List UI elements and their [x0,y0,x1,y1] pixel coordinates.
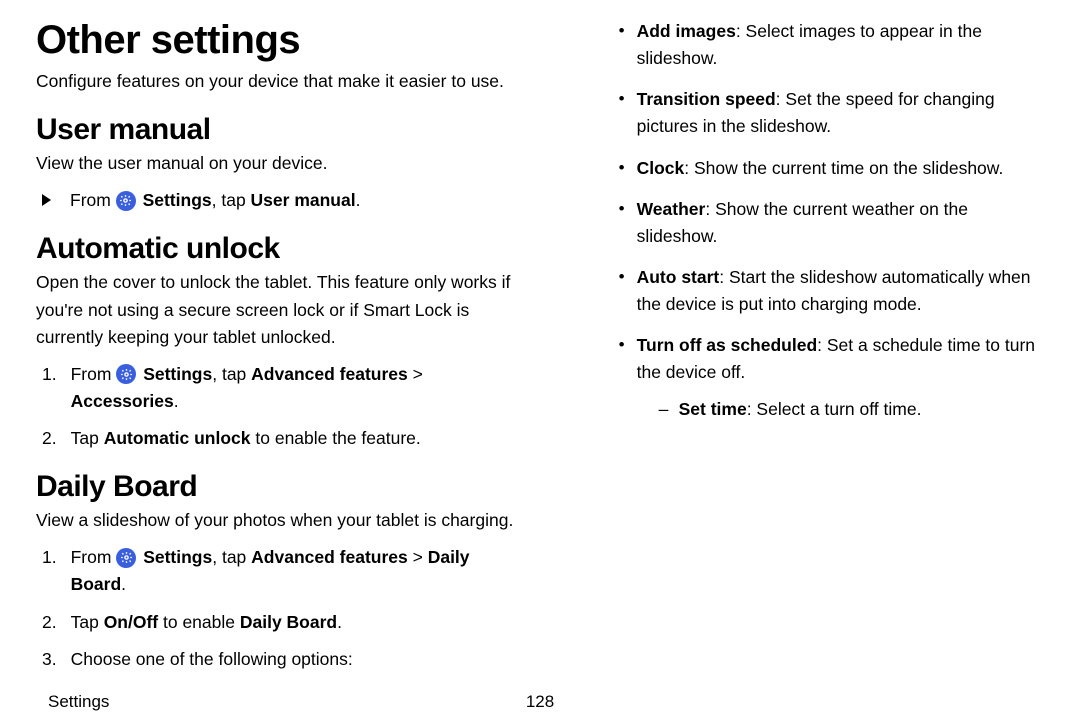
opt-transition-speed: Transition speed: Set the speed for chan… [619,86,1044,140]
page-title: Other settings [36,18,520,62]
daily-board-options: Add images: Select images to appear in t… [595,18,1044,424]
heading-user-manual: User manual [36,113,520,146]
opt-weather: Weather: Show the current weather on the… [619,196,1044,250]
page-footer: Settings 128 [48,692,1032,712]
daily-board-step-2: 2. Tap On/Off to enable Daily Board. [36,609,520,636]
auto-unlock-step-1: 1. From Settings, tap Advanced features … [36,361,520,415]
footer-section: Settings [48,692,109,712]
page-subtitle: Configure features on your device that m… [36,68,520,95]
gear-icon [116,548,136,568]
opt-turn-off-scheduled: Turn off as scheduled: Set a schedule ti… [619,332,1044,423]
opt-auto-start: Auto start: Start the slideshow automati… [619,264,1044,318]
daily-board-step-1: 1. From Settings, tap Advanced features … [36,544,520,598]
opt-add-images: Add images: Select images to appear in t… [619,18,1044,72]
heading-automatic-unlock: Automatic unlock [36,232,520,265]
user-manual-step: From Settings, tap User manual. [36,187,520,214]
gear-icon [116,364,136,384]
gear-icon [116,191,136,211]
footer-page-number: 128 [526,692,554,712]
opt-clock: Clock: Show the current time on the slid… [619,155,1044,182]
arrow-icon [42,194,51,206]
heading-daily-board: Daily Board [36,470,520,503]
auto-unlock-step-2: 2. Tap Automatic unlock to enable the fe… [36,425,520,452]
auto-unlock-desc: Open the cover to unlock the tablet. Thi… [36,269,520,350]
user-manual-desc: View the user manual on your device. [36,150,520,177]
opt-set-time: Set time: Select a turn off time. [659,396,1044,423]
daily-board-desc: View a slideshow of your photos when you… [36,507,520,534]
